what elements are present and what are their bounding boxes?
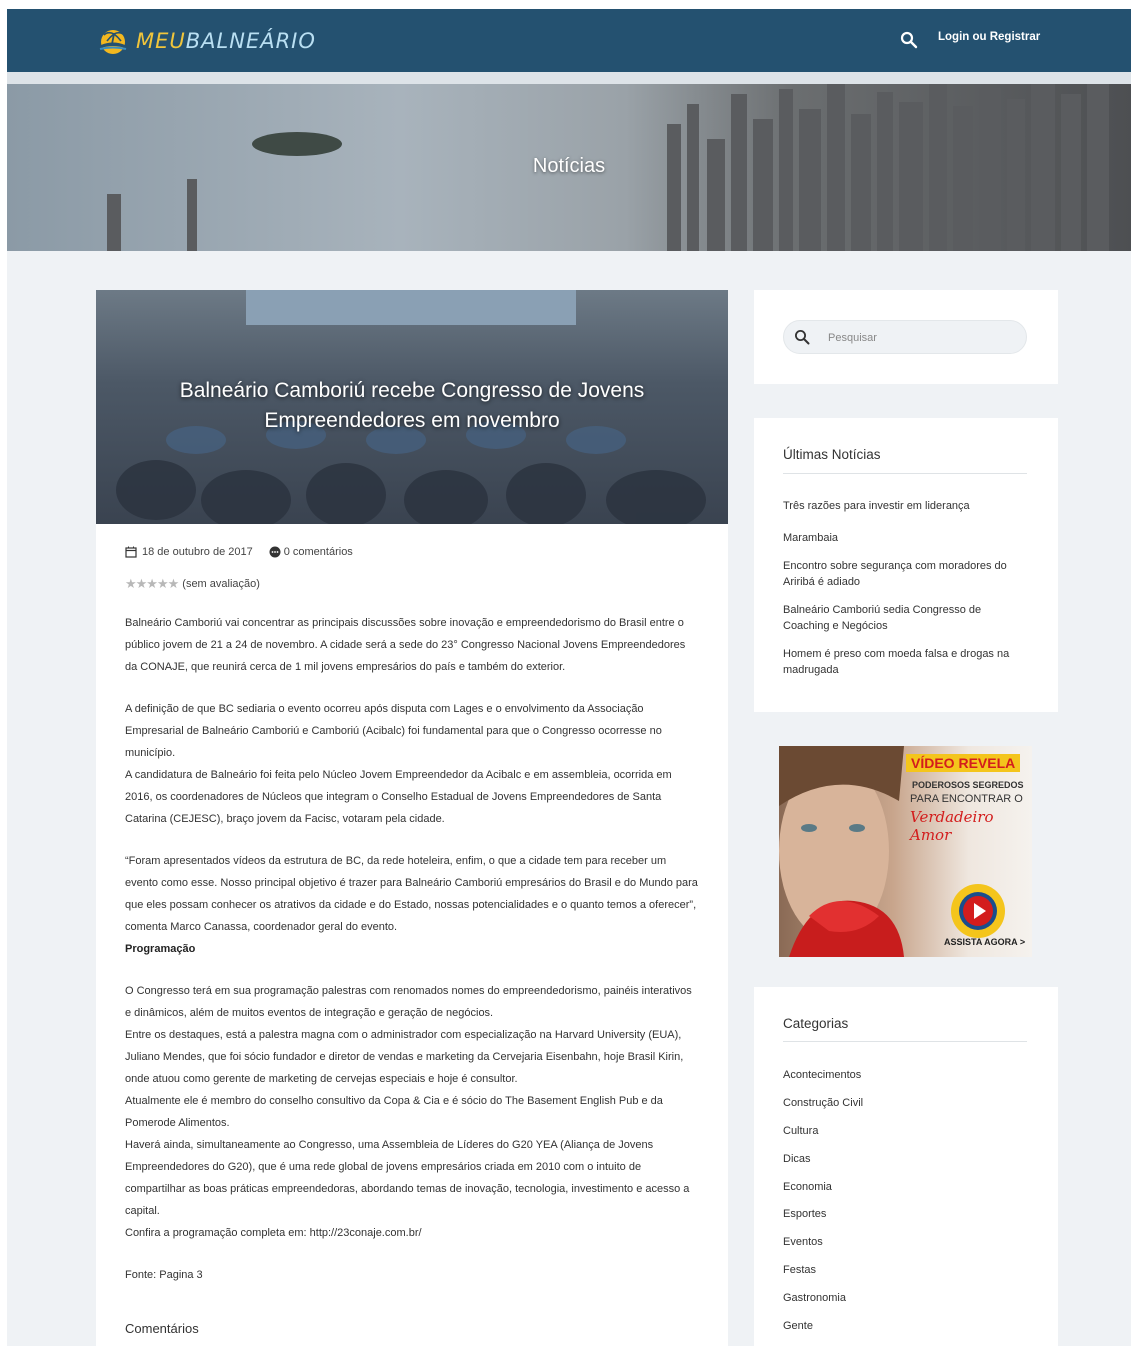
- comments-heading: Comentários: [125, 1321, 199, 1336]
- article-title: Balneário Camboriú recebe Congresso de J…: [179, 379, 645, 432]
- article-paragraph: Entre os destaques, está a palestra magn…: [125, 1029, 684, 1085]
- latest-news-item[interactable]: Encontro sobre segurança com moradores d…: [783, 558, 1027, 590]
- article-paragraph: Atualmente ele é membro do conselho cons…: [125, 1095, 663, 1129]
- rating-stars[interactable]: ★★★★★: [125, 576, 179, 592]
- article-paragraph: A candidatura de Balneário foi feita pel…: [125, 769, 672, 825]
- category-item[interactable]: Eventos: [783, 1234, 1027, 1262]
- widget-divider: [783, 1041, 1027, 1042]
- latest-news-item[interactable]: Homem é preso com moeda falsa e drogas n…: [783, 646, 1027, 678]
- login-register-link[interactable]: Login ou Registrar: [938, 31, 1040, 43]
- hero-banner: Notícias: [7, 84, 1131, 251]
- site-logo[interactable]: MEUBALNEÁRIO: [96, 26, 316, 56]
- sidebar-search-input[interactable]: [828, 329, 1018, 347]
- sidebar-search-box: [783, 320, 1027, 354]
- latest-news-list: Três razões para investir em liderança M…: [783, 498, 1027, 678]
- article-body: Balneário Camboriú vai concentrar as pri…: [125, 612, 700, 1286]
- categories-list: Acontecimentos Construção Civil Cultura …: [783, 1067, 1027, 1346]
- category-item[interactable]: Acontecimentos: [783, 1067, 1027, 1095]
- logo-text-part1: MEU: [136, 29, 186, 53]
- logo-text-part2: BALNEÁRIO: [185, 29, 316, 53]
- category-item[interactable]: Construção Civil: [783, 1095, 1027, 1123]
- article-paragraph: “Foram apresentados vídeos da estrutura …: [125, 855, 698, 933]
- ad-line-3: PARA ENCONTRAR O: [910, 793, 1023, 805]
- category-item[interactable]: Gastronomia: [783, 1290, 1027, 1318]
- article-comments-count[interactable]: 0 comentários: [284, 546, 353, 558]
- advertisement-banner[interactable]: VÍDEO REVELA PODEROSOS SEGREDOS PARA ENC…: [779, 746, 1032, 957]
- ad-cta-link[interactable]: ASSISTA AGORA >: [944, 937, 1025, 947]
- article-paragraph: Balneário Camboriú vai concentrar as pri…: [125, 617, 686, 673]
- ad-headline: VÍDEO REVELA: [906, 754, 1021, 772]
- featured-image: Balneário Camboriú recebe Congresso de J…: [96, 290, 728, 524]
- logo-text: MEUBALNEÁRIO: [136, 29, 316, 53]
- widget-divider: [783, 473, 1027, 474]
- category-item[interactable]: Cultura: [783, 1123, 1027, 1151]
- categories-title: Categorias: [783, 1016, 849, 1031]
- palm-sun-icon: [96, 28, 130, 54]
- article-paragraph: Haverá ainda, simultaneamente ao Congres…: [125, 1139, 690, 1217]
- article-meta: 18 de outubro de 2017 0 comentários: [125, 546, 353, 558]
- play-icon[interactable]: [949, 882, 1007, 940]
- category-item[interactable]: Economia: [783, 1179, 1027, 1207]
- latest-news-title: Últimas Notícias: [783, 447, 881, 462]
- article-date: 18 de outubro de 2017: [142, 546, 253, 558]
- calendar-icon: [125, 546, 137, 558]
- search-icon[interactable]: [794, 329, 810, 345]
- search-icon[interactable]: [900, 31, 918, 49]
- article-paragraph: Confira a programação completa em: http:…: [125, 1227, 422, 1239]
- categories-widget: Categorias Acontecimentos Construção Civ…: [754, 987, 1058, 1346]
- category-item[interactable]: Dicas: [783, 1151, 1027, 1179]
- section-heading-programacao: Programação: [125, 943, 196, 955]
- latest-news-item[interactable]: Três razões para investir em liderança: [783, 498, 1027, 514]
- article-card: Balneário Camboriú recebe Congresso de J…: [96, 290, 728, 1346]
- sidebar-search-widget: [754, 290, 1058, 384]
- latest-news-widget: Últimas Notícias Três razões para invest…: [754, 418, 1058, 712]
- latest-news-item[interactable]: Balneário Camboriú sedia Congresso de Co…: [783, 602, 1027, 634]
- site-header: MEUBALNEÁRIO Login ou Registrar: [7, 9, 1131, 72]
- hero-title: Notícias: [532, 155, 606, 177]
- comment-icon: [269, 546, 281, 558]
- category-item[interactable]: Esportes: [783, 1206, 1027, 1234]
- article-rating: ★★★★★ (sem avaliação): [125, 576, 260, 592]
- article-paragraph: A definição de que BC sediaria o evento …: [125, 703, 662, 759]
- category-item[interactable]: Festas: [783, 1262, 1027, 1290]
- article-source: Fonte: Pagina 3: [125, 1269, 203, 1281]
- article-paragraph: O Congresso terá em sua programação pale…: [125, 985, 692, 1019]
- latest-news-item[interactable]: Marambaia: [783, 530, 1027, 546]
- header-divider: [7, 72, 1131, 84]
- rating-label: (sem avaliação): [182, 578, 260, 590]
- ad-line-2: PODEROSOS SEGREDOS: [912, 780, 1024, 790]
- category-item[interactable]: Gente: [783, 1318, 1027, 1346]
- ad-line-4: Verdadeiro Amor: [910, 808, 994, 844]
